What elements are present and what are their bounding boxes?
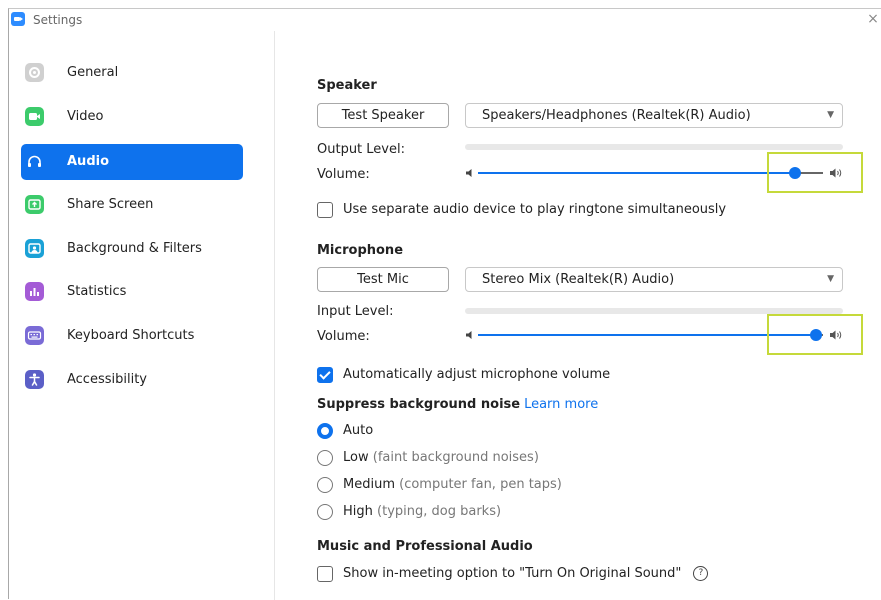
- noise-option-hint: (faint background noises): [372, 450, 539, 465]
- noise-radio-medium[interactable]: [317, 477, 333, 493]
- noise-option-low: Low (faint background noises): [343, 450, 539, 465]
- sidebar-item-background-filters[interactable]: Background & Filters: [21, 231, 243, 267]
- speaker-section-title: Speaker: [317, 78, 377, 93]
- volume-low-icon: [466, 331, 472, 339]
- sidebar: General Video Audio Share Screen Backgro…: [9, 31, 274, 600]
- sidebar-item-audio[interactable]: Audio: [21, 144, 243, 180]
- sidebar-item-share-screen[interactable]: Share Screen: [21, 187, 243, 223]
- sidebar-item-label: Statistics: [67, 284, 127, 299]
- window-title: Settings: [33, 13, 83, 27]
- noise-option-auto: Auto: [343, 423, 373, 438]
- zoom-logo-icon: [11, 12, 25, 26]
- sidebar-item-label: Audio: [67, 154, 110, 169]
- speaker-volume-track-filled: [478, 172, 796, 174]
- noise-option-high: High (typing, dog barks): [343, 504, 501, 519]
- noise-option-medium: Medium (computer fan, pen taps): [343, 477, 562, 492]
- auto-adjust-checkbox[interactable]: [317, 367, 333, 383]
- test-mic-button[interactable]: Test Mic: [317, 267, 449, 292]
- statistics-icon: [25, 282, 44, 301]
- sidebar-item-label: Accessibility: [67, 372, 147, 387]
- noise-radio-high[interactable]: [317, 504, 333, 520]
- keyboard-icon: [25, 326, 44, 345]
- microphone-device-select[interactable]: Stereo Mix (Realtek(R) Audio) ▼: [465, 267, 843, 292]
- output-level-label: Output Level:: [317, 142, 405, 157]
- sidebar-item-general[interactable]: General: [21, 55, 243, 91]
- auto-adjust-label: Automatically adjust microphone volume: [343, 367, 611, 382]
- sidebar-item-keyboard-shortcuts[interactable]: Keyboard Shortcuts: [21, 318, 243, 354]
- original-sound-label: Show in-meeting option to "Turn On Origi…: [343, 566, 682, 581]
- speaker-device-select[interactable]: Speakers/Headphones (Realtek(R) Audio) ▼: [465, 103, 843, 128]
- noise-option-label: Medium: [343, 477, 395, 492]
- sidebar-item-statistics[interactable]: Statistics: [21, 274, 243, 310]
- noise-option-hint: (typing, dog barks): [377, 504, 502, 519]
- separate-device-label: Use separate audio device to play ringto…: [343, 202, 727, 217]
- share-screen-icon: [25, 195, 44, 214]
- volume-low-icon: [466, 169, 472, 177]
- sidebar-item-video[interactable]: Video: [21, 99, 243, 135]
- close-icon[interactable]: ×: [865, 11, 881, 27]
- original-sound-checkbox[interactable]: [317, 566, 333, 582]
- settings-window: Settings × General Video Audio Share Scr…: [8, 8, 881, 600]
- input-level-label: Input Level:: [317, 304, 394, 319]
- original-sound-row: Show in-meeting option to "Turn On Origi…: [343, 566, 709, 581]
- sidebar-item-label: Background & Filters: [67, 241, 202, 256]
- help-icon[interactable]: ?: [693, 566, 709, 581]
- sidebar-item-label: Keyboard Shortcuts: [67, 328, 195, 343]
- headphones-icon: [25, 152, 44, 171]
- microphone-device-value: Stereo Mix (Realtek(R) Audio): [482, 272, 675, 287]
- sidebar-item-label: General: [67, 65, 119, 80]
- separate-device-checkbox[interactable]: [317, 202, 333, 218]
- output-level-meter: [465, 144, 843, 150]
- noise-option-hint: (computer fan, pen taps): [399, 477, 562, 492]
- music-section-title: Music and Professional Audio: [317, 539, 533, 554]
- noise-option-label: High: [343, 504, 373, 519]
- microphone-volume-label: Volume:: [317, 329, 370, 344]
- noise-section-title: Suppress background noise Learn more: [317, 397, 598, 412]
- video-icon: [25, 107, 44, 126]
- sidebar-item-label: Video: [67, 109, 104, 124]
- chevron-down-icon: ▼: [827, 274, 834, 284]
- microphone-section-title: Microphone: [317, 243, 404, 258]
- chevron-down-icon: ▼: [827, 110, 834, 120]
- noise-option-label: Low: [343, 450, 369, 465]
- sidebar-item-label: Share Screen: [67, 197, 154, 212]
- gear-icon: [25, 63, 44, 82]
- noise-option-label: Auto: [343, 423, 374, 438]
- microphone-volume-track-filled: [478, 334, 817, 336]
- accessibility-icon: [25, 370, 44, 389]
- learn-more-link[interactable]: Learn more: [524, 397, 598, 412]
- speaker-device-value: Speakers/Headphones (Realtek(R) Audio): [482, 108, 751, 123]
- noise-radio-low[interactable]: [317, 450, 333, 466]
- test-speaker-button[interactable]: Test Speaker: [317, 103, 449, 128]
- sidebar-item-accessibility[interactable]: Accessibility: [21, 362, 243, 398]
- speaker-volume-highlight: [767, 152, 863, 193]
- noise-title-text: Suppress background noise: [317, 397, 521, 412]
- noise-radio-auto[interactable]: [317, 423, 333, 439]
- title-bar: Settings ×: [9, 9, 881, 31]
- speaker-volume-label: Volume:: [317, 167, 370, 182]
- microphone-volume-highlight: [767, 314, 863, 355]
- background-icon: [25, 239, 44, 258]
- audio-settings-panel: Speaker Test Speaker Speakers/Headphones…: [275, 31, 881, 599]
